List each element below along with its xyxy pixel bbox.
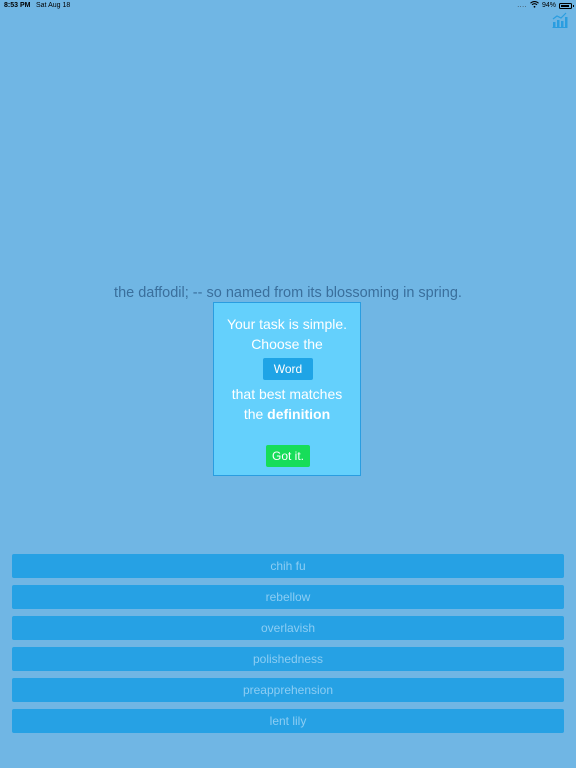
word-chip: Word — [263, 358, 313, 380]
status-right: .... 94% — [517, 1, 574, 10]
bar-chart-icon — [552, 12, 568, 28]
instruction-line-2: Choose the — [251, 336, 323, 352]
choice-button[interactable]: polishedness — [12, 647, 564, 671]
instruction-line-4-prefix: the — [243, 406, 268, 422]
instruction-line-1: Your task is simple. — [226, 316, 348, 332]
battery-percent: 94% — [541, 2, 556, 9]
choice-button[interactable]: preapprehension — [12, 678, 564, 702]
choice-button[interactable]: lent lily — [12, 709, 564, 733]
definition-text: the daffodil; -- so named from its bloss… — [114, 285, 462, 301]
status-date: Sat Aug 18 — [36, 2, 71, 9]
definition-emphasis: definition — [267, 406, 331, 422]
choice-button[interactable]: chih fu — [12, 554, 564, 578]
instructions-modal: Your task is simple. Choose the Word tha… — [213, 302, 361, 476]
stats-button[interactable] — [552, 12, 568, 28]
choice-button[interactable]: rebellow — [12, 585, 564, 609]
battery-fill — [561, 4, 570, 7]
got-it-button[interactable]: Got it. — [266, 445, 310, 467]
status-time: 8:53 PM — [4, 2, 31, 9]
answer-choices: chih fu rebellow overlavish polishedness… — [12, 554, 564, 740]
choice-button[interactable]: overlavish — [12, 616, 564, 640]
wifi-icon — [530, 1, 539, 10]
signal-dots: .... — [517, 2, 527, 9]
battery-icon — [559, 2, 574, 9]
status-bar: 8:53 PM Sat Aug 18 .... 94% — [0, 0, 576, 12]
instruction-line-3: that best matches — [231, 386, 343, 402]
instruction-line-4: the definition — [214, 404, 360, 424]
